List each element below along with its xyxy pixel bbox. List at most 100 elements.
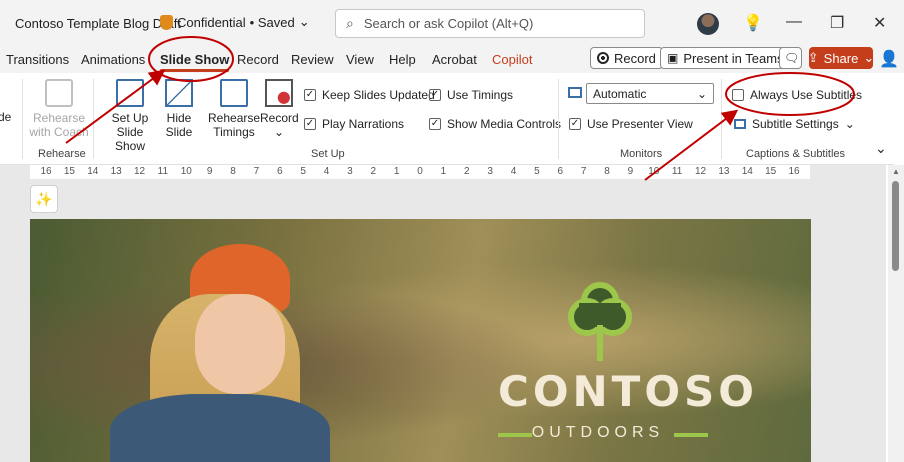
tab-review[interactable]: Review xyxy=(291,52,334,67)
present-in-teams-button[interactable]: ▣ Present in Teams xyxy=(660,47,791,69)
checkbox-checked: ✓ xyxy=(569,118,581,130)
scrollbar-thumb[interactable] xyxy=(892,181,899,271)
hide-slide-label-2: Slide xyxy=(165,125,193,139)
always-use-subtitles-checkbox[interactable]: Always Use Subtitles xyxy=(732,88,862,102)
keep-slides-updated-checkbox[interactable]: ✓ Keep Slides Updated xyxy=(304,88,435,102)
designer-wand-icon[interactable]: ✨ xyxy=(30,185,58,213)
tab-acrobat[interactable]: Acrobat xyxy=(432,52,477,67)
minimize-icon[interactable]: — xyxy=(786,13,802,31)
lightbulb-icon[interactable]: 💡 xyxy=(743,13,763,33)
ruler-tick-label: 12 xyxy=(694,166,707,177)
monitor-dropdown[interactable]: Automatic ⌄ xyxy=(586,83,714,104)
record-icon xyxy=(597,52,609,64)
use-timings-label: Use Timings xyxy=(447,88,514,102)
use-timings-checkbox[interactable]: ✓ Use Timings xyxy=(429,88,513,102)
ruler-tick-label: 6 xyxy=(276,166,283,177)
ruler-tick-label: 14 xyxy=(741,166,753,177)
horizontal-ruler: 16 15 14 13 12 11 10 9 8 7 6 5 4 3 2 1 0 1 2 3 4 5 6 7 8 9 10 11 12 1… xyxy=(30,165,810,179)
record-slideshow-label: Record xyxy=(260,111,299,125)
group-label-setup: Set Up xyxy=(311,148,345,160)
slide-canvas[interactable]: CONTOSO OUTDOORS xyxy=(30,219,811,462)
timer-icon xyxy=(220,79,248,107)
hide-slide-button[interactable]: Hide Slide xyxy=(162,79,196,139)
ruler-tick-label: 4 xyxy=(510,166,517,177)
comment-icon: 🗨 xyxy=(784,51,800,65)
setup-slideshow-label-2: Slide Show xyxy=(114,125,146,153)
hide-slide-label-1: Hide xyxy=(166,111,192,125)
monitor-icon xyxy=(568,87,582,98)
show-media-controls-checkbox[interactable]: ✓ Show Media Controls xyxy=(429,117,561,131)
checkbox-checked: ✓ xyxy=(304,118,316,130)
ruler-tick-label: 11 xyxy=(671,166,683,177)
checkbox-unchecked xyxy=(732,89,744,101)
tab-record[interactable]: Record xyxy=(237,52,279,67)
tab-help[interactable]: Help xyxy=(389,52,416,67)
share-button[interactable]: ⇪ Share ⌄ xyxy=(808,47,875,69)
play-narrations-label: Play Narrations xyxy=(322,117,405,131)
rehearse-timings-button[interactable]: Rehearse Timings xyxy=(208,79,260,139)
tab-transitions[interactable]: Transitions xyxy=(6,52,69,67)
rehearse-with-coach-button[interactable]: Rehearse with Coach xyxy=(28,79,90,139)
ruler-tick-label: 9 xyxy=(206,166,213,177)
checkbox-checked: ✓ xyxy=(429,89,441,101)
ruler-tick-label: 3 xyxy=(347,166,353,177)
ruler-tick-label: 12 xyxy=(133,166,146,177)
copilot-search-icon: ⌕ xyxy=(346,15,354,31)
vertical-scrollbar[interactable]: ▲ xyxy=(888,165,904,462)
restore-icon[interactable]: ❐ xyxy=(830,13,844,33)
ruler-tick-label: 5 xyxy=(534,166,540,177)
tab-copilot[interactable]: Copilot xyxy=(492,52,532,67)
ruler-tick-label: 4 xyxy=(323,166,330,177)
ribbon-tabs: Transitions Animations Slide Show Record… xyxy=(0,46,904,73)
record-button-label: Record xyxy=(614,50,656,66)
ruler-tick-label: 2 xyxy=(463,166,470,177)
ruler-tick-label: 7 xyxy=(253,166,260,177)
slide-photo-person xyxy=(110,244,330,462)
search-placeholder: Search or ask Copilot (Alt+Q) xyxy=(363,16,534,31)
comments-button[interactable]: 🗨 xyxy=(779,47,802,69)
ruler-tick-label: 7 xyxy=(580,166,587,177)
ruler-tick-label: 8 xyxy=(604,166,610,177)
play-narrations-checkbox[interactable]: ✓ Play Narrations xyxy=(304,117,404,131)
keep-slides-updated-label: Keep Slides Updated xyxy=(322,88,435,102)
group-label-rehearse: Rehearse xyxy=(38,148,86,160)
ruler-tick-label: 14 xyxy=(87,166,99,177)
ruler-tick-label: 16 xyxy=(788,166,800,177)
record-slide-icon xyxy=(265,79,293,107)
use-presenter-view-checkbox[interactable]: ✓ Use Presenter View xyxy=(569,117,693,131)
group-label-captions: Captions & Subtitles xyxy=(746,148,846,160)
tab-slide-show[interactable]: Slide Show xyxy=(160,52,230,72)
ruler-tick-label: 6 xyxy=(557,166,564,177)
search-input[interactable]: ⌕ Search or ask Copilot (Alt+Q) xyxy=(335,9,645,38)
avatar[interactable] xyxy=(697,13,719,35)
tab-animations[interactable]: Animations xyxy=(81,52,145,67)
rehearse-coach-label-2: with Coach xyxy=(29,125,89,139)
save-status: • Saved xyxy=(249,14,295,30)
subtitle-settings-button[interactable]: Subtitle Settings ⌄ xyxy=(734,117,855,131)
sensitivity-label[interactable]: Confidential • Saved ⌄ xyxy=(160,14,310,30)
document-title: Contoso Template Blog Draft xyxy=(15,16,181,31)
setup-slideshow-button[interactable]: Set Up Slide Show xyxy=(100,79,160,153)
show-media-controls-label: Show Media Controls xyxy=(447,117,562,131)
setup-slideshow-label-1: Set Up xyxy=(111,111,149,125)
tree-logo-icon xyxy=(568,282,632,361)
ruler-tick-label: 0 xyxy=(417,166,423,177)
monitor-dropdown-value: Automatic xyxy=(593,87,647,101)
chevron-down-icon: ⌄ xyxy=(696,87,707,101)
tab-view[interactable]: View xyxy=(346,52,374,67)
ruler-tick-label: 8 xyxy=(230,166,236,177)
chevron-down-icon: ⌄ xyxy=(863,50,875,65)
person-icon[interactable]: 👤 xyxy=(879,49,899,69)
ruler-tick-label: 13 xyxy=(110,166,122,177)
divider xyxy=(22,79,23,159)
cut-button-label[interactable]: de xyxy=(0,110,11,124)
record-button[interactable]: Record xyxy=(590,47,663,69)
scroll-up-icon[interactable]: ▲ xyxy=(892,167,900,176)
collapse-ribbon-icon[interactable]: ⌄ xyxy=(875,141,887,155)
hide-slide-icon xyxy=(165,79,193,107)
ruler-tick-label: 13 xyxy=(718,166,730,177)
record-slideshow-button[interactable]: Record ⌄ xyxy=(260,79,299,139)
ribbon: de Rehearse with Coach Rehearse Set Up S… xyxy=(0,73,894,165)
divider xyxy=(558,79,559,159)
close-icon[interactable]: ✕ xyxy=(873,13,886,33)
